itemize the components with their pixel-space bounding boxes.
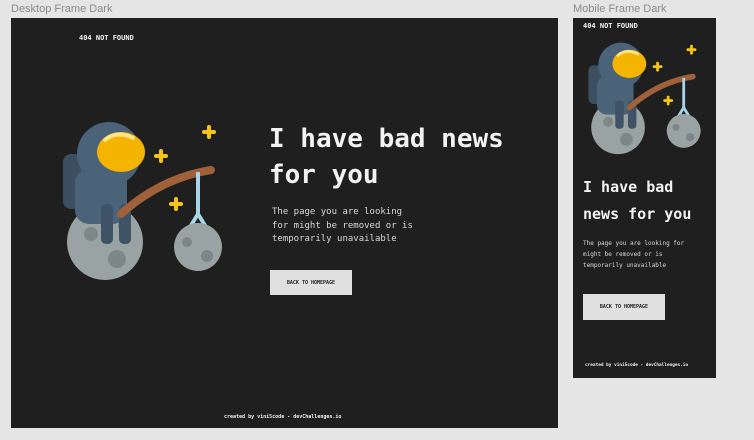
credit-text: created by vini5code - devChallenges.io xyxy=(585,363,689,368)
headline-line-1: I have bad xyxy=(583,178,674,196)
description-line-1: The page you are looking xyxy=(272,207,403,217)
mobile-frame-label[interactable]: Mobile Frame Dark xyxy=(573,3,667,15)
mobile-frame: 404 NOT FOUND I have bad news for you Th… xyxy=(573,18,716,378)
astronaut-fishing-moon-illustration xyxy=(63,122,222,280)
desktop-frame-label[interactable]: Desktop Frame Dark xyxy=(11,3,112,15)
description-line-2: for might be removed or is xyxy=(272,220,413,231)
description-line-3: temporarily unavailable xyxy=(272,234,397,244)
headline: I have bad news for you xyxy=(583,174,691,228)
description: The page you are looking for might be re… xyxy=(583,238,684,271)
desktop-frame: 404 NOT FOUND I have bad news for you Th… xyxy=(11,18,558,428)
description: The page you are looking for might be re… xyxy=(272,206,413,247)
headline: I have bad news for you xyxy=(269,121,504,193)
back-to-homepage-button[interactable]: BACK TO HOMEPAGE xyxy=(583,294,665,320)
brand-title: 404 NOT FOUND xyxy=(79,34,134,42)
brand-title: 404 NOT FOUND xyxy=(583,22,638,30)
headline-line-2: news for you xyxy=(583,205,692,223)
credit-text: created by vini5code - devChallenges.io xyxy=(224,414,342,420)
headline-line-1: I have bad news xyxy=(269,124,504,154)
headline-line-2: for you xyxy=(269,160,379,190)
description-line-2: might be removed or is xyxy=(583,251,663,258)
astronaut-fishing-moon-illustration xyxy=(588,42,701,155)
description-line-3: temporarily unavailable xyxy=(583,262,667,269)
back-to-homepage-button[interactable]: BACK TO HOMEPAGE xyxy=(270,270,352,295)
description-line-1: The page you are looking for xyxy=(583,240,685,247)
